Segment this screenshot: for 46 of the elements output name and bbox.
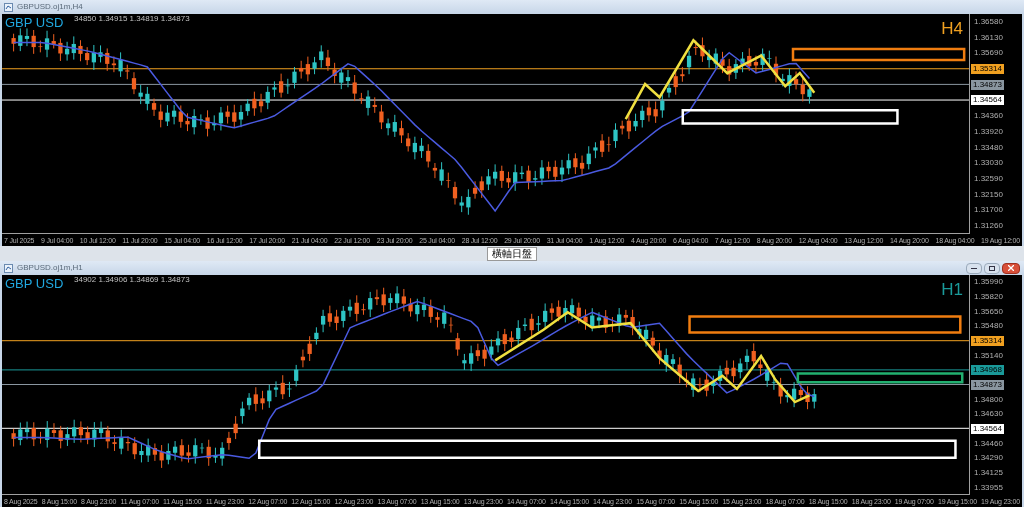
- price-axis-label: 1.33030: [973, 159, 1003, 168]
- price-tag: 1.34873: [971, 380, 1004, 391]
- chart-window-icon: [4, 2, 13, 12]
- price-axis-label: 1.34800: [973, 395, 1003, 404]
- price-axis-label: 1.34360: [973, 112, 1003, 121]
- price-tag: 1.34968: [971, 365, 1004, 376]
- symbol-label: GBP USD: [5, 277, 64, 290]
- price-axis-label: 1.35820: [973, 293, 1003, 301]
- minimize-button[interactable]: [966, 262, 982, 274]
- restore-icon: [989, 265, 995, 271]
- price-axis-label: 1.32150: [973, 190, 1003, 199]
- price-axis-label: 1.31700: [973, 206, 1003, 215]
- ohlc-readout: 34902 1.34906 1.34869 1.34873: [74, 276, 190, 284]
- timeframe-label: H1: [941, 281, 963, 298]
- price-tag: 1.35314: [971, 336, 1004, 346]
- symbol-label: GBP USD: [5, 16, 64, 29]
- price-axis-label: 1.36580: [973, 17, 1003, 26]
- price-tag: 1.35314: [971, 64, 1004, 74]
- timeframe-label: H4: [941, 20, 963, 37]
- price-axis-label: 1.32590: [973, 175, 1003, 184]
- price-tag: 1.34873: [971, 79, 1004, 90]
- price-axis-label: 1.36130: [973, 33, 1003, 42]
- chart-window-icon: [4, 263, 13, 273]
- price-axis-label: 1.31260: [973, 222, 1003, 231]
- price-axis-label: 1.33480: [973, 143, 1003, 152]
- price-axis-label: 1.33955: [973, 483, 1003, 492]
- price-tag: 1.34564: [971, 95, 1004, 106]
- price-axis-label: 1.35690: [973, 49, 1003, 58]
- price-axis-label: 1.34460: [973, 439, 1003, 448]
- restore-button[interactable]: [984, 262, 1000, 274]
- price-tag: 1.34564: [971, 424, 1004, 435]
- price-axis-label: 1.34290: [973, 454, 1003, 463]
- tooltip: 橫軸日盤: [487, 246, 537, 261]
- price-axis-label: 1.35990: [973, 278, 1003, 287]
- window-title: GBPUSD.oj1m,H4: [17, 1, 83, 13]
- price-axis-label: 1.35650: [973, 307, 1003, 316]
- price-axis-label: 1.34125: [973, 469, 1003, 478]
- close-button[interactable]: [1002, 262, 1020, 274]
- price-axis-label: 1.33920: [973, 127, 1003, 136]
- price-axis-label: 1.35140: [973, 351, 1003, 360]
- price-axis-label: 1.34630: [973, 410, 1003, 419]
- ohlc-readout: 34850 1.34915 1.34819 1.34873: [74, 15, 190, 23]
- window-title: GBPUSD.oj1m,H1: [17, 262, 83, 274]
- minimize-icon: [971, 267, 977, 269]
- price-axis-label: 1.35480: [973, 322, 1003, 331]
- close-icon: [1008, 265, 1014, 271]
